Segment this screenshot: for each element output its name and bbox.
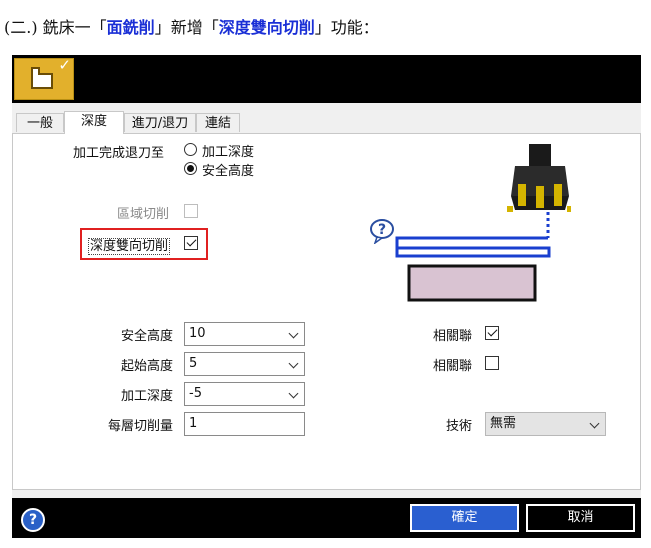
heading-mid: 」新增「 [154,18,219,37]
cut-depth-combo[interactable]: -5 [184,382,305,406]
instruction-heading: (二.) 銑床一「面銑削」新增「深度雙向切削」功能： [4,14,379,38]
safe-height-label: 安全高度 [120,329,173,344]
chevron-down-icon [288,358,299,369]
dialog-footer: ? 確定 取消 [12,498,641,538]
depth-tab-panel: 加工完成退刀至 加工深度 安全高度 區域切削 深度雙向切削 ? 安全高度 10 … [12,133,641,490]
chevron-down-icon [288,388,299,399]
cut-depth-value: -5 [189,386,202,401]
cut-depth-label: 加工深度 [120,389,173,404]
retract-label: 加工完成退刀至 [73,146,165,161]
layer-amount-input[interactable]: 1 [184,412,305,436]
technique-value: 無需 [490,416,517,431]
checkmark-icon: ✓ [58,56,71,74]
radio-cut-depth-label: 加工深度 [202,145,255,160]
start-height-label: 起始高度 [120,359,173,374]
related1-checkbox[interactable] [485,326,499,340]
radio-safe-height[interactable] [184,162,197,175]
radio-safe-height-label: 安全高度 [202,164,255,179]
bidirectional-path [395,236,551,258]
area-cut-label: 區域切削 [117,207,170,222]
related2-label: 相關聯 [433,359,473,374]
chevron-down-icon [288,328,299,339]
face-mill-tool-icon [507,144,573,212]
tool-path-illustration [391,144,573,323]
folder-shape-icon [31,67,53,89]
cancel-button[interactable]: 取消 [526,504,635,532]
face-milling-dialog: ✓ 一般 深度 進刀/退刀 連結 加工完成退刀至 加工深度 安全高度 區域切削 … [12,55,641,538]
ok-button[interactable]: 確定 [410,504,519,532]
face-milling-operation-icon[interactable]: ✓ [14,56,74,100]
tab-lead-in-out[interactable]: 進刀/退刀 [124,113,196,132]
safe-height-value: 10 [189,326,206,341]
heading-prefix: (二.) 銑床一「 [4,18,107,37]
help-icon[interactable]: ? [21,508,45,532]
heading-feature-bidirectional: 深度雙向切削 [218,18,315,37]
start-height-value: 5 [189,356,198,371]
bidirectional-depth-checkbox[interactable] [184,236,198,250]
safe-height-combo[interactable]: 10 [184,322,305,346]
tab-depth[interactable]: 深度 [64,111,124,134]
bidirectional-depth-label: 深度雙向切削 [88,238,171,255]
start-height-combo[interactable]: 5 [184,352,305,376]
layer-amount-label: 每層切削量 [107,419,173,434]
technique-label: 技術 [446,419,473,434]
tab-strip: 一般 深度 進刀/退刀 連結 [12,111,641,134]
heading-suffix: 」功能： [314,18,379,37]
chevron-down-icon [589,418,600,429]
related2-checkbox[interactable] [485,356,499,370]
svg-text:?: ? [378,222,386,238]
related1-label: 相關聯 [433,329,473,344]
area-cut-checkbox[interactable] [184,204,198,218]
heading-feature-face-milling: 面銑削 [106,18,155,37]
stock-block [407,264,537,302]
radio-cut-depth[interactable] [184,143,197,156]
tab-general[interactable]: 一般 [16,113,64,132]
dialog-toolbar: ✓ [12,55,641,103]
tab-links[interactable]: 連結 [196,113,240,132]
technique-combo[interactable]: 無需 [485,412,606,436]
